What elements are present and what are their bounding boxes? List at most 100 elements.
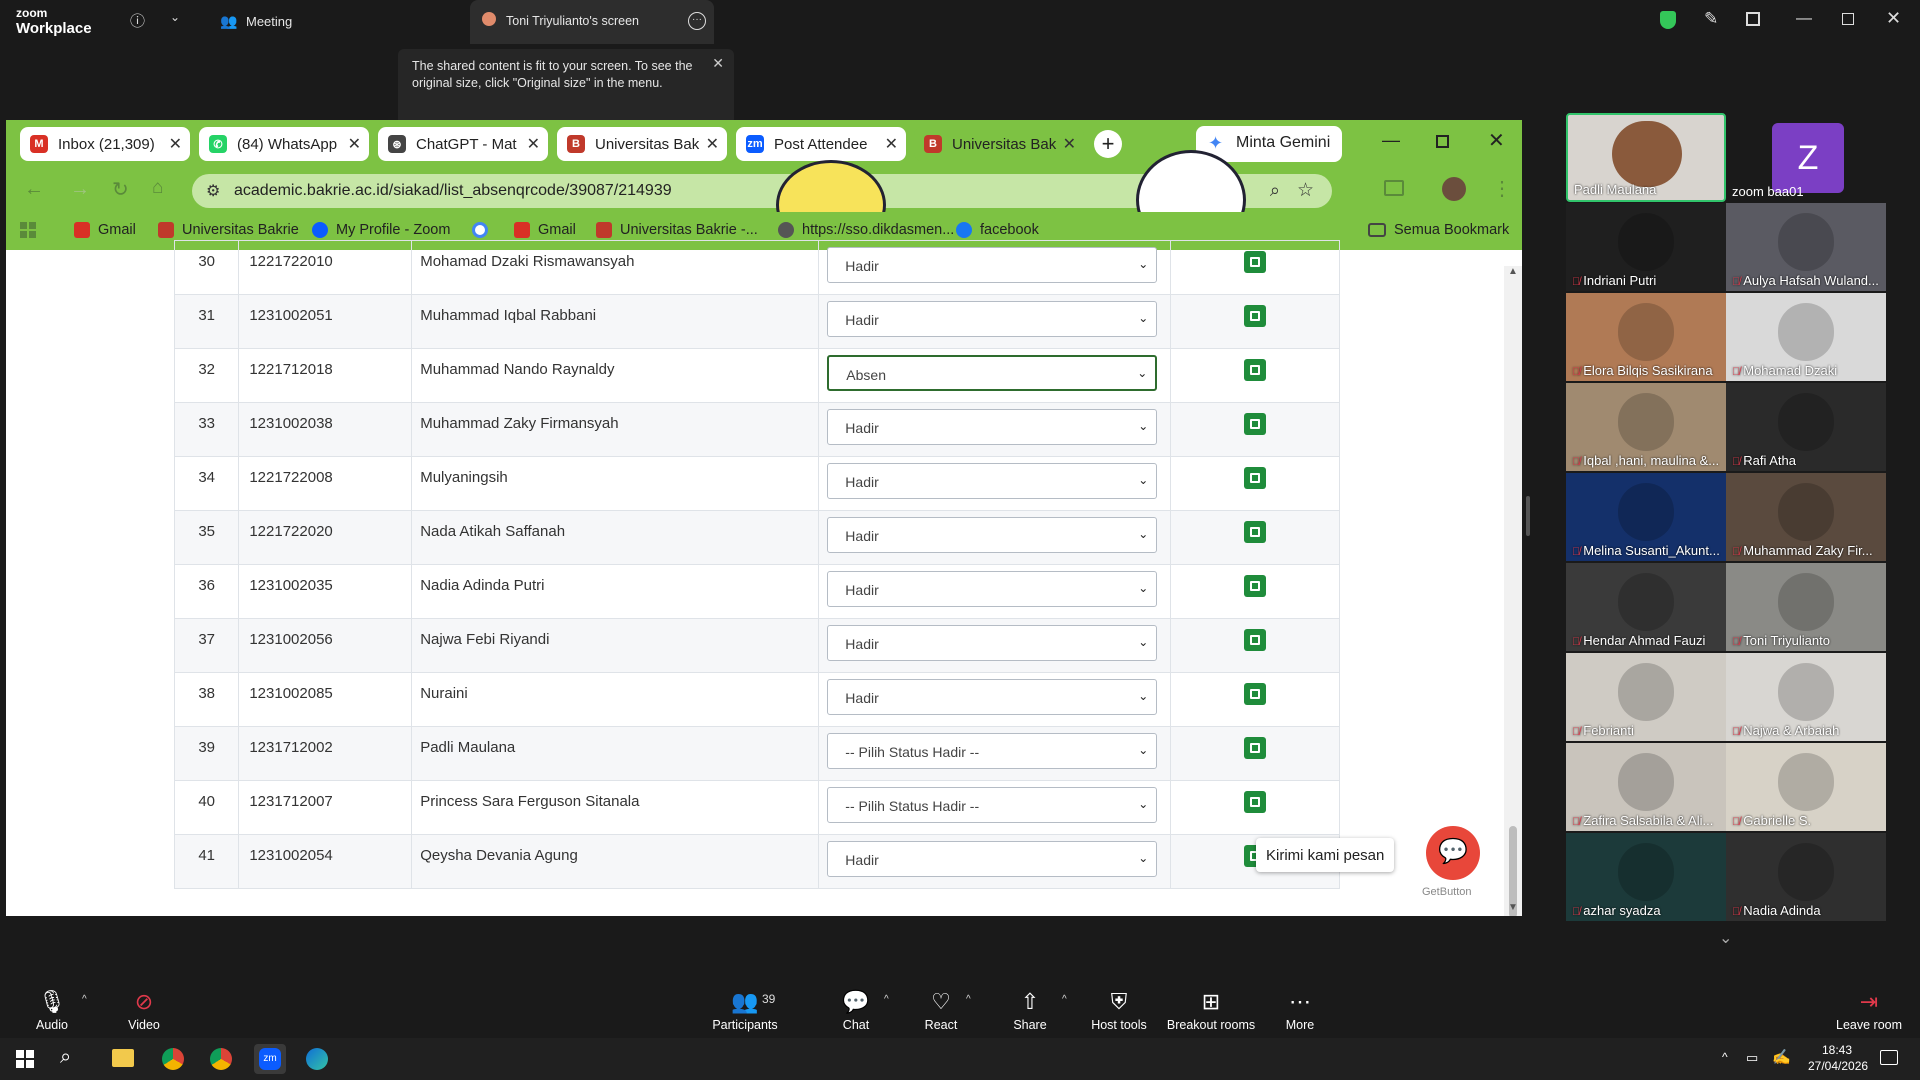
status-select[interactable]: Hadir ⌄ [827, 301, 1158, 337]
browser-restore-icon[interactable] [1436, 135, 1449, 148]
minimize-icon[interactable]: — [1796, 10, 1812, 28]
gallery-expand-icon[interactable]: ⌄ [1719, 928, 1732, 948]
participant-tile[interactable]: 🎙̸ Hendar Ahmad Fauzi [1566, 563, 1726, 651]
save-button[interactable] [1244, 305, 1267, 327]
status-select[interactable]: Hadir ⌄ [827, 247, 1158, 283]
participant-tile[interactable]: 🎙̸ Iqbal ,hani, maulina &... [1566, 383, 1726, 471]
profile-avatar[interactable] [1442, 177, 1466, 201]
browser-tab[interactable]: ⊛ ChatGPT - Mat ✕ [378, 127, 548, 161]
tab-close-icon[interactable]: ✕ [885, 134, 898, 154]
tooltip-close-icon[interactable]: ✕ [712, 55, 724, 72]
browser-tab[interactable]: ✆ (84) WhatsApp ✕ [199, 127, 369, 161]
notifications-icon[interactable] [1880, 1050, 1898, 1065]
maximize-icon[interactable] [1842, 13, 1854, 25]
status-select[interactable]: Hadir ⌄ [827, 625, 1158, 661]
apps-icon[interactable] [20, 222, 36, 238]
participant-tile[interactable]: 🎙̸ Zafira Salsabila & Ali... [1566, 743, 1726, 831]
share-options-icon[interactable]: ^ [1062, 994, 1067, 1005]
bookmark-gmail-2[interactable]: Gmail [514, 222, 576, 238]
file-explorer-icon[interactable] [112, 1049, 134, 1067]
pen-icon[interactable]: ✎ [1704, 9, 1718, 29]
participant-tile[interactable]: 🎙̸ Melina Susanti_Akunt... [1566, 473, 1726, 561]
bookmark-star-icon[interactable]: ☆ [1297, 179, 1314, 202]
video-button[interactable]: ⊘ Video [124, 990, 164, 1033]
save-button[interactable] [1244, 791, 1267, 813]
status-select[interactable]: -- Pilih Status Hadir -- ⌄ [827, 787, 1158, 823]
network-icon[interactable]: ▭ [1746, 1050, 1758, 1066]
site-settings-icon[interactable]: ⚙ [206, 181, 220, 201]
save-button[interactable] [1244, 737, 1267, 759]
participant-tile[interactable]: 🎙̸ Toni Triyulianto [1726, 563, 1886, 651]
tab-close-icon[interactable]: ✕ [706, 134, 719, 154]
browser-tab[interactable]: zm Post Attendee ✕ [736, 127, 906, 161]
react-button[interactable]: ♡ React [924, 990, 958, 1033]
browser-close-icon[interactable]: ✕ [1488, 128, 1505, 153]
all-bookmarks[interactable]: Semua Bookmark [1368, 222, 1509, 238]
tab-close-icon[interactable]: ✕ [169, 134, 182, 154]
tab-close-icon[interactable]: ✕ [1063, 134, 1076, 154]
page-scrollbar[interactable]: ▲ ▼ [1504, 266, 1522, 916]
browser-tab[interactable]: M Inbox (21,309) ✕ [20, 127, 190, 161]
back-icon[interactable]: ← [24, 178, 44, 201]
bookmark-gmail[interactable]: Gmail [74, 222, 136, 238]
shield-icon[interactable] [1660, 11, 1676, 29]
tray-chevron-icon[interactable]: ^ [1722, 1050, 1728, 1064]
screen-share-tab[interactable]: Toni Triyulianto's screen ··· [470, 0, 714, 44]
breakout-rooms-button[interactable]: ⊞ Breakout rooms [1164, 990, 1258, 1033]
browser-tab[interactable]: B Universitas Bak ✕ [557, 127, 727, 161]
participant-tile[interactable]: 🎙̸ Febrianti [1566, 653, 1726, 741]
meeting-label[interactable]: Meeting [246, 14, 292, 29]
more-button[interactable]: ⋯ More [1284, 990, 1316, 1033]
edge-icon[interactable] [306, 1048, 328, 1070]
browser-tab-active[interactable]: B Universitas Bak ✕ [914, 127, 1084, 161]
react-options-icon[interactable]: ^ [966, 994, 971, 1005]
chat-button[interactable]: 💬 Chat [840, 990, 872, 1033]
forward-icon[interactable]: → [70, 178, 90, 201]
zoom-taskbar-item[interactable]: zm [254, 1044, 286, 1074]
save-button[interactable] [1244, 575, 1267, 597]
bookmark-bakrie-2[interactable]: Universitas Bakrie -... [596, 222, 758, 238]
status-select[interactable]: Hadir ⌄ [827, 463, 1158, 499]
scroll-down-icon[interactable]: ▼ [1508, 902, 1518, 913]
kebab-menu-icon[interactable]: ⋮ [1492, 176, 1512, 201]
save-button[interactable] [1244, 359, 1267, 381]
more-options-icon[interactable]: ··· [688, 12, 706, 30]
audio-button[interactable]: 🎙 Audio [32, 990, 72, 1033]
tab-close-icon[interactable]: ✕ [527, 134, 540, 154]
host-tools-button[interactable]: ⛨ Host tools [1088, 990, 1150, 1033]
leave-room-button[interactable]: ⇥ Leave room [1836, 990, 1902, 1033]
participant-tile[interactable]: 🎙̸ Aulya Hafsah Wuland... [1726, 203, 1886, 291]
participant-tile[interactable]: 🎙̸ azhar syadza [1566, 833, 1726, 921]
status-select[interactable]: Hadir ⌄ [827, 679, 1158, 715]
zoom-lens-icon[interactable]: ⌕ [1270, 180, 1280, 201]
participant-tile[interactable]: Z zoom baa01 [1726, 113, 1886, 202]
participant-tile[interactable]: 🎙̸ Rafi Atha [1726, 383, 1886, 471]
participant-tile[interactable]: 🎙̸ Gabrielle S. [1726, 743, 1886, 831]
browser-minimize-icon[interactable]: — [1382, 130, 1400, 151]
layout-icon[interactable] [1746, 12, 1760, 26]
tab-close-icon[interactable]: ✕ [348, 134, 361, 154]
save-button[interactable] [1244, 413, 1267, 435]
chat-bubble-button[interactable]: 💬 [1426, 826, 1480, 880]
status-select[interactable]: Absen ⌄ [827, 355, 1158, 391]
new-tab-button[interactable]: + [1094, 130, 1122, 158]
status-select[interactable]: Hadir ⌄ [827, 409, 1158, 445]
status-select[interactable]: Hadir ⌄ [827, 841, 1158, 877]
save-button[interactable] [1244, 467, 1267, 489]
reload-icon[interactable]: ↻ [112, 177, 129, 202]
status-select[interactable]: Hadir ⌄ [827, 571, 1158, 607]
bookmark-sso[interactable]: https://sso.dikdasmen... [778, 222, 954, 238]
chat-options-icon[interactable]: ^ [884, 994, 889, 1005]
pen-tray-icon[interactable]: ✍ [1772, 1048, 1791, 1066]
participant-tile[interactable]: 🎙̸ Indriani Putri [1566, 203, 1726, 291]
status-select[interactable]: Hadir ⌄ [827, 517, 1158, 553]
windows-start-icon[interactable] [16, 1050, 34, 1068]
panel-resize-handle[interactable] [1526, 496, 1530, 536]
home-icon[interactable]: ⌂ [152, 177, 163, 199]
participant-tile[interactable]: 🎙̸ Nadia Adinda [1726, 833, 1886, 921]
participant-tile[interactable]: 🎙̸ Elora Bilqis Sasikirana [1566, 293, 1726, 381]
participant-tile-active[interactable]: Padli Maulana [1566, 113, 1726, 202]
bookmark-google[interactable] [472, 222, 496, 238]
scroll-up-icon[interactable]: ▲ [1508, 266, 1518, 277]
share-button[interactable]: ⇧ Share [1012, 990, 1048, 1033]
